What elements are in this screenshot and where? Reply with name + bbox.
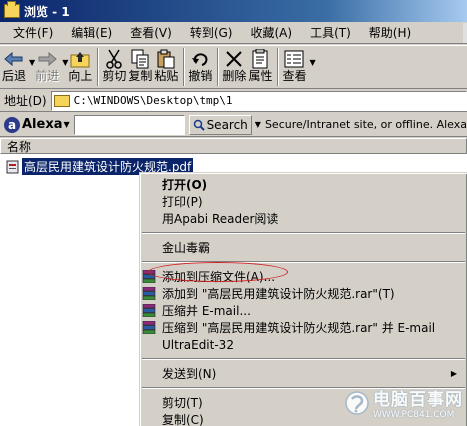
watermark-url: WWW.PC841.COM <box>373 410 455 420</box>
menu-file[interactable]: 文件(F) <box>4 24 62 41</box>
menu-separator <box>142 261 465 263</box>
forward-arrow-icon <box>36 49 58 69</box>
views-grid-icon <box>283 49 305 69</box>
menu-send-to[interactable]: 发送到(N) ▶ <box>140 365 467 382</box>
menu-separator <box>142 232 465 234</box>
alexa-brand: Alexa <box>22 117 63 132</box>
menu-bar: 文件(F) 编辑(E) 查看(V) 转到(G) 收藏(A) 工具(T) 帮助(H… <box>0 22 467 44</box>
submenu-arrow-icon: ▶ <box>450 369 457 378</box>
toolbar-separator <box>183 48 186 86</box>
address-bar: 地址(D) C:\WINDOWS\Desktop\tmp\1 <box>0 90 467 112</box>
delete-x-icon <box>223 49 245 69</box>
menu-kingsoft-antivirus[interactable]: 金山毒霸 <box>140 239 467 256</box>
cut-button[interactable]: 剪切 <box>102 46 126 88</box>
menu-compress-email[interactable]: 压缩并 E-mail... <box>140 302 467 319</box>
column-header-name[interactable]: 名称 <box>0 138 467 154</box>
undo-button[interactable]: 撤销 <box>188 46 212 88</box>
menu-separator <box>142 358 465 360</box>
menu-view[interactable]: 查看(V) <box>121 24 181 41</box>
back-arrow-icon <box>3 49 25 69</box>
delete-button[interactable]: 删除 <box>222 46 246 88</box>
address-input[interactable]: C:\WINDOWS\Desktop\tmp\1 <box>50 90 467 111</box>
alexa-search-button[interactable]: Search <box>188 114 252 135</box>
paste-button[interactable]: 粘贴 <box>154 46 178 88</box>
undo-icon <box>189 49 211 69</box>
title-bar[interactable]: 浏览 - 1 <box>0 0 467 22</box>
menu-favorites[interactable]: 收藏(A) <box>241 24 301 41</box>
alexa-dropdown-icon: ▼ <box>63 120 70 129</box>
alexa-search-dropdown-icon[interactable]: ▼ <box>255 120 261 129</box>
properties-button[interactable]: 属性 <box>248 46 272 88</box>
forward-button[interactable]: 前进 <box>35 46 59 88</box>
copy-button[interactable]: 复制 <box>128 46 152 88</box>
menu-add-to-rar[interactable]: 添加到 "高层民用建筑设计防火规范.rar"(T) <box>140 285 467 302</box>
up-folder-icon <box>69 49 91 69</box>
alexa-status-text: Secure/Intranet site, or offline. Alexa <box>264 118 467 131</box>
toolbar-separator <box>217 48 220 86</box>
menu-compress-rar-email[interactable]: 压缩到 "高层民用建筑设计防火规范.rar" 并 E-mail <box>140 319 467 336</box>
winrar-icon <box>142 270 156 283</box>
menu-tools[interactable]: 工具(T) <box>301 24 360 41</box>
pdf-file-icon <box>6 160 20 174</box>
magnifier-icon <box>193 119 205 131</box>
watermark: 电脑百事网 WWW.PC841.COM <box>344 385 463 420</box>
copy-icon <box>129 49 151 69</box>
clipboard-icon <box>155 49 177 69</box>
watermark-logo-icon <box>345 390 369 415</box>
menu-ultraedit[interactable]: UltraEdit-32 <box>140 336 467 353</box>
alexa-toolbar: a Alexa ▼ Search ▼ Secure/Intranet site,… <box>0 113 467 137</box>
folder-icon <box>4 1 20 18</box>
toolbar-separator <box>97 48 100 86</box>
window-title: 浏览 - 1 <box>24 4 70 19</box>
alexa-search-input[interactable] <box>73 114 185 135</box>
alexa-logo-icon: a <box>4 116 20 133</box>
scissors-icon <box>103 49 125 69</box>
properties-icon <box>249 49 271 69</box>
address-label: 地址(D) <box>4 94 47 108</box>
winrar-icon <box>142 321 156 334</box>
menu-edit[interactable]: 编辑(E) <box>62 24 121 41</box>
toolbar-separator <box>277 48 280 86</box>
menu-open[interactable]: 打开(O) <box>140 176 467 193</box>
back-button[interactable]: 后退 <box>2 46 26 88</box>
views-button[interactable]: 查看 <box>282 46 306 88</box>
watermark-text: 电脑百事网 <box>373 390 463 410</box>
folder-icon <box>53 94 70 107</box>
menu-help[interactable]: 帮助(H) <box>360 24 420 41</box>
menu-go[interactable]: 转到(G) <box>181 24 242 41</box>
toolbar: 后退 ▼ 前进 ▼ 向上 剪切 复制 粘贴 撤销 删除 属性 查看 ▼ <box>0 45 467 89</box>
views-dropdown-icon[interactable]: ▼ <box>309 58 315 67</box>
alexa-logo[interactable]: a Alexa ▼ <box>4 116 70 133</box>
winrar-icon <box>142 304 156 317</box>
up-button[interactable]: 向上 <box>68 46 92 88</box>
address-path: C:\WINDOWS\Desktop\tmp\1 <box>73 94 233 107</box>
winrar-icon <box>142 287 156 300</box>
menu-apabi-reader[interactable]: 用Apabi Reader阅读 <box>140 210 467 227</box>
menu-add-to-archive[interactable]: 添加到压缩文件(A)... <box>140 268 467 285</box>
menu-print[interactable]: 打印(P) <box>140 193 467 210</box>
